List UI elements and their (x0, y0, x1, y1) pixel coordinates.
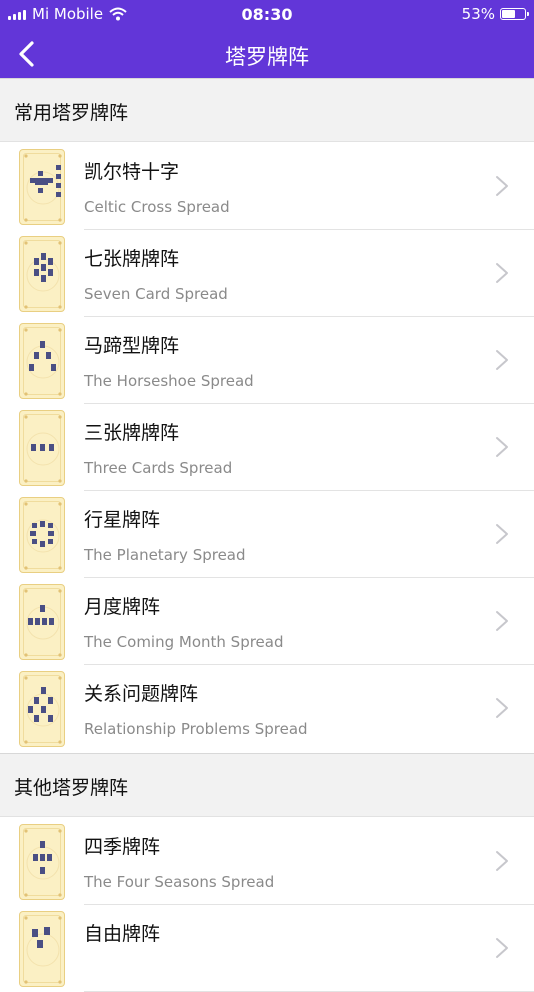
spread-title: 自由牌阵 (84, 923, 161, 945)
spread-title: 七张牌牌阵 (84, 248, 180, 270)
spread-row[interactable]: 行星牌阵 The Planetary Spread (0, 491, 534, 578)
spread-row[interactable]: 关系问题牌阵 Relationship Problems Spread (0, 665, 534, 752)
spread-card-thumbnail (19, 911, 65, 987)
battery-icon (500, 8, 529, 20)
spread-title: 三张牌牌阵 (84, 422, 180, 444)
spread-row[interactable]: 凯尔特十字 Celtic Cross Spread (0, 143, 534, 230)
spread-row[interactable]: 三张牌牌阵 Three Cards Spread (0, 404, 534, 491)
relationship-icon (24, 676, 62, 744)
spread-card-thumbnail (19, 149, 65, 225)
spread-subtitle: The Planetary Spread (84, 546, 246, 564)
spread-card-thumbnail (19, 584, 65, 660)
spread-card-thumbnail (19, 236, 65, 312)
chevron-right-icon (496, 938, 508, 958)
clock: 08:30 (241, 5, 293, 24)
spread-title: 四季牌阵 (84, 836, 161, 858)
spread-subtitle: The Four Seasons Spread (84, 873, 275, 891)
chevron-right-icon (496, 698, 508, 718)
spread-row[interactable]: 自由牌阵 (0, 905, 534, 992)
section-header-other: 其他塔罗牌阵 (0, 753, 534, 817)
spread-title: 凯尔特十字 (84, 161, 180, 183)
chevron-right-icon (496, 851, 508, 871)
spread-subtitle: Relationship Problems Spread (84, 720, 308, 738)
celtic-cross-icon (24, 154, 62, 222)
free-spread-icon (24, 916, 62, 984)
section-header-common: 常用塔罗牌阵 (0, 78, 534, 142)
chevron-right-icon (496, 176, 508, 196)
spread-title: 行星牌阵 (84, 509, 161, 531)
page-title: 塔罗牌阵 (225, 45, 309, 69)
chevron-right-icon (496, 524, 508, 544)
spread-title: 月度牌阵 (84, 596, 161, 618)
spread-subtitle: The Coming Month Spread (84, 633, 284, 651)
battery-percent: 53% (461, 5, 495, 23)
three-cards-icon (24, 415, 62, 483)
horseshoe-icon (24, 328, 62, 396)
battery-group: 53% (461, 5, 529, 23)
spread-card-thumbnail (19, 671, 65, 747)
chevron-right-icon (496, 611, 508, 631)
spread-row[interactable]: 马蹄型牌阵 The Horseshoe Spread (0, 317, 534, 404)
four-seasons-icon (24, 829, 62, 897)
spread-row[interactable]: 七张牌牌阵 Seven Card Spread (0, 230, 534, 317)
chevron-right-icon (496, 263, 508, 283)
spread-title: 马蹄型牌阵 (84, 335, 180, 357)
section-title: 常用塔罗牌阵 (14, 102, 129, 124)
spread-subtitle: Celtic Cross Spread (84, 198, 230, 216)
spread-card-thumbnail (19, 323, 65, 399)
chevron-right-icon (496, 437, 508, 457)
chevron-right-icon (496, 350, 508, 370)
spread-subtitle: Three Cards Spread (84, 459, 233, 477)
spread-card-thumbnail (19, 410, 65, 486)
spread-title: 关系问题牌阵 (84, 683, 199, 705)
section-title: 其他塔罗牌阵 (14, 777, 129, 799)
spread-subtitle: Seven Card Spread (84, 285, 228, 303)
spread-row[interactable]: 月度牌阵 The Coming Month Spread (0, 578, 534, 665)
nav-bar: 塔罗牌阵 (0, 29, 534, 78)
status-bar: Mi Mobile 08:30 53% (0, 0, 534, 29)
spread-row[interactable]: 四季牌阵 The Four Seasons Spread (0, 818, 534, 905)
planetary-icon (24, 502, 62, 570)
month-icon (24, 589, 62, 657)
seven-card-icon (24, 241, 62, 309)
spread-card-thumbnail (19, 497, 65, 573)
spread-card-thumbnail (19, 824, 65, 900)
spread-subtitle: The Horseshoe Spread (84, 372, 254, 390)
